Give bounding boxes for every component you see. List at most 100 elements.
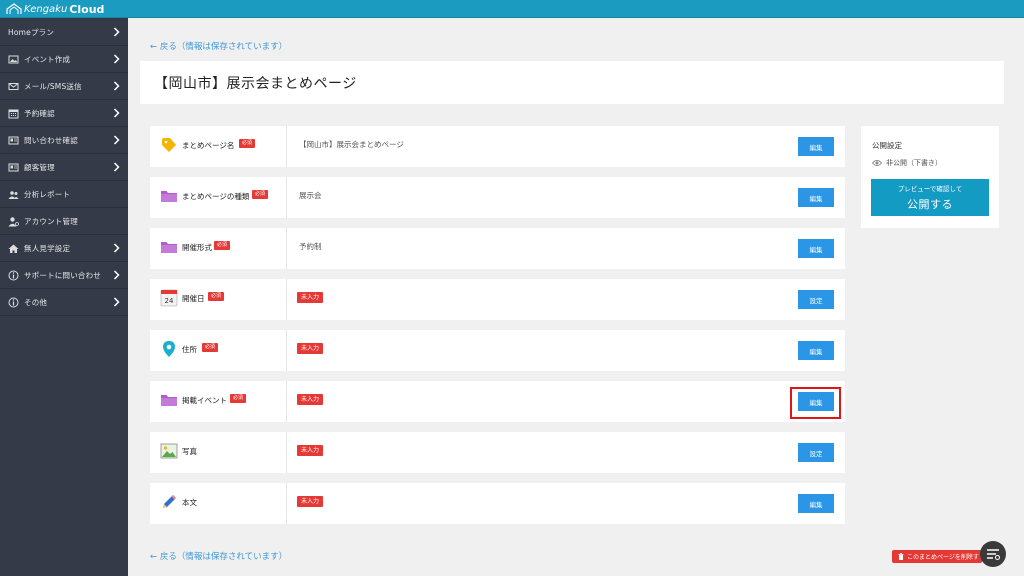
sidebar-item-label: アカウント管理	[24, 216, 78, 226]
users-icon	[8, 190, 19, 199]
delete-page-button[interactable]: このまとめページを削除す	[892, 550, 982, 563]
publish-status-text: 非公開（下書き）	[886, 159, 942, 167]
field-row-format: 開催形式 必須 予約制 編集	[150, 228, 845, 269]
calendar-24-icon: 24	[160, 289, 178, 307]
top-bar: Kengaku Cloud	[0, 0, 1024, 18]
house-logo-icon	[6, 3, 22, 14]
sidebar-item-label: 分析レポート	[24, 189, 71, 199]
empty-badge: 未入力	[297, 445, 324, 456]
field-row-body: 本文 未入力 編集	[150, 483, 845, 524]
field-value: 予約制	[299, 242, 322, 251]
field-row-listed-events: 掲載イベント 必須 未入力 編集	[150, 381, 845, 422]
trash-icon	[898, 553, 904, 560]
field-row-page-type: まとめページの種類 必須 展示会 編集	[150, 177, 845, 218]
publish-title: 公開設定	[872, 141, 902, 150]
sidebar-item-label: イベント作成	[24, 54, 71, 64]
field-row-date: 24 開催日 必須 未入力 設定	[150, 279, 845, 320]
sidebar-item-customers[interactable]: 顧客管理	[0, 154, 128, 181]
chevron-right-icon	[113, 54, 120, 64]
house-icon	[8, 244, 19, 253]
row-divider	[286, 279, 287, 320]
eye-icon	[872, 160, 882, 166]
photo-icon	[160, 443, 178, 459]
folder-icon	[161, 191, 177, 202]
edit-button[interactable]: 編集	[798, 494, 834, 513]
sidebar-item-unmanned-tour[interactable]: 無人見学設定	[0, 235, 128, 262]
preview-publish-line2: 公開する	[907, 198, 953, 211]
field-label: 開催形式	[182, 243, 212, 252]
sidebar-item-label: 顧客管理	[24, 162, 55, 172]
required-badge: 必須	[252, 190, 269, 199]
chevron-right-icon	[113, 108, 120, 118]
id-card-icon	[8, 136, 19, 144]
brand-logo[interactable]: Kengaku Cloud	[6, 2, 104, 16]
field-row-page-name: まとめページ名 必須 【岡山市】展示会まとめページ 編集	[150, 126, 845, 167]
row-divider	[286, 432, 287, 473]
field-label: 掲載イベント	[182, 396, 227, 405]
publish-panel: 公開設定 非公開（下書き） プレビューで確認して 公開する	[861, 126, 999, 228]
id-card-icon	[8, 163, 19, 171]
field-label: 住所	[182, 345, 197, 354]
map-pin-icon	[163, 341, 175, 357]
required-badge: 必須	[214, 241, 231, 250]
brand-name-b: Cloud	[69, 2, 105, 16]
sidebar-item-reservations[interactable]: 予約確認	[0, 100, 128, 127]
empty-badge: 未入力	[297, 343, 324, 354]
menu-lines-icon	[987, 549, 1000, 560]
back-link-top[interactable]: ← 戻る（情報は保存されています）	[150, 40, 287, 52]
edit-button[interactable]: 編集	[798, 188, 834, 207]
field-label: 写真	[182, 447, 197, 456]
sidebar-item-event-create[interactable]: イベント作成	[0, 46, 128, 73]
page-title: 【岡山市】展示会まとめページ	[154, 76, 357, 92]
set-button[interactable]: 設定	[798, 290, 834, 309]
sidebar-item-label: サポートに問い合わせ	[24, 270, 101, 280]
floating-menu-button[interactable]	[980, 541, 1006, 567]
calendar-icon	[8, 109, 19, 118]
folder-icon	[161, 395, 177, 406]
sidebar: Homeプラン イベント作成 メール/SMS送信 予約確認 問い合わせ確認 顧客…	[0, 18, 128, 576]
row-divider	[286, 330, 287, 371]
required-badge: 必須	[239, 139, 256, 148]
info-icon	[8, 270, 19, 280]
delete-page-label: このまとめページを削除す	[907, 554, 979, 561]
edit-button[interactable]: 編集	[798, 341, 834, 360]
sidebar-item-other[interactable]: その他	[0, 289, 128, 316]
empty-badge: 未入力	[297, 292, 324, 303]
required-badge: 必須	[208, 292, 225, 301]
row-divider	[286, 126, 287, 167]
field-row-photos: 写真 未入力 設定	[150, 432, 845, 473]
empty-badge: 未入力	[297, 394, 324, 405]
calendar-day-number: 24	[165, 297, 174, 305]
sidebar-item-label: 予約確認	[24, 108, 55, 118]
chevron-right-icon	[113, 297, 120, 307]
folder-icon	[161, 242, 177, 253]
sidebar-item-inquiries[interactable]: 問い合わせ確認	[0, 127, 128, 154]
back-link-bottom[interactable]: ← 戻る（情報は保存されています）	[150, 550, 287, 562]
publish-status: 非公開（下書き）	[872, 158, 942, 168]
chevron-right-icon	[113, 270, 120, 280]
sidebar-item-support[interactable]: サポートに問い合わせ	[0, 262, 128, 289]
sidebar-item-label: その他	[24, 297, 48, 307]
field-value: 【岡山市】展示会まとめページ	[299, 140, 404, 149]
chevron-right-icon	[113, 27, 120, 37]
highlight-box	[790, 387, 841, 419]
row-divider	[286, 177, 287, 218]
sidebar-item-mail-sms[interactable]: メール/SMS送信	[0, 73, 128, 100]
sidebar-item-account[interactable]: アカウント管理	[0, 208, 128, 235]
page-title-box: 【岡山市】展示会まとめページ	[140, 61, 1004, 104]
pencil-icon	[163, 495, 176, 508]
edit-button[interactable]: 編集	[798, 137, 834, 156]
set-button[interactable]: 設定	[798, 443, 834, 462]
info-icon	[8, 297, 19, 307]
brand-name-a: Kengaku	[24, 3, 68, 15]
field-label: まとめページの種類	[182, 192, 250, 201]
field-label: 本文	[182, 498, 197, 507]
field-label: まとめページ名	[182, 141, 235, 150]
edit-button[interactable]: 編集	[798, 239, 834, 258]
field-label: 開催日	[182, 294, 205, 303]
mail-icon	[8, 82, 19, 90]
field-row-address: 住所 必須 未入力 編集	[150, 330, 845, 371]
sidebar-item-analytics[interactable]: 分析レポート	[0, 181, 128, 208]
preview-publish-button[interactable]: プレビューで確認して 公開する	[871, 179, 989, 216]
sidebar-item-home-plan[interactable]: Homeプラン	[0, 19, 128, 46]
